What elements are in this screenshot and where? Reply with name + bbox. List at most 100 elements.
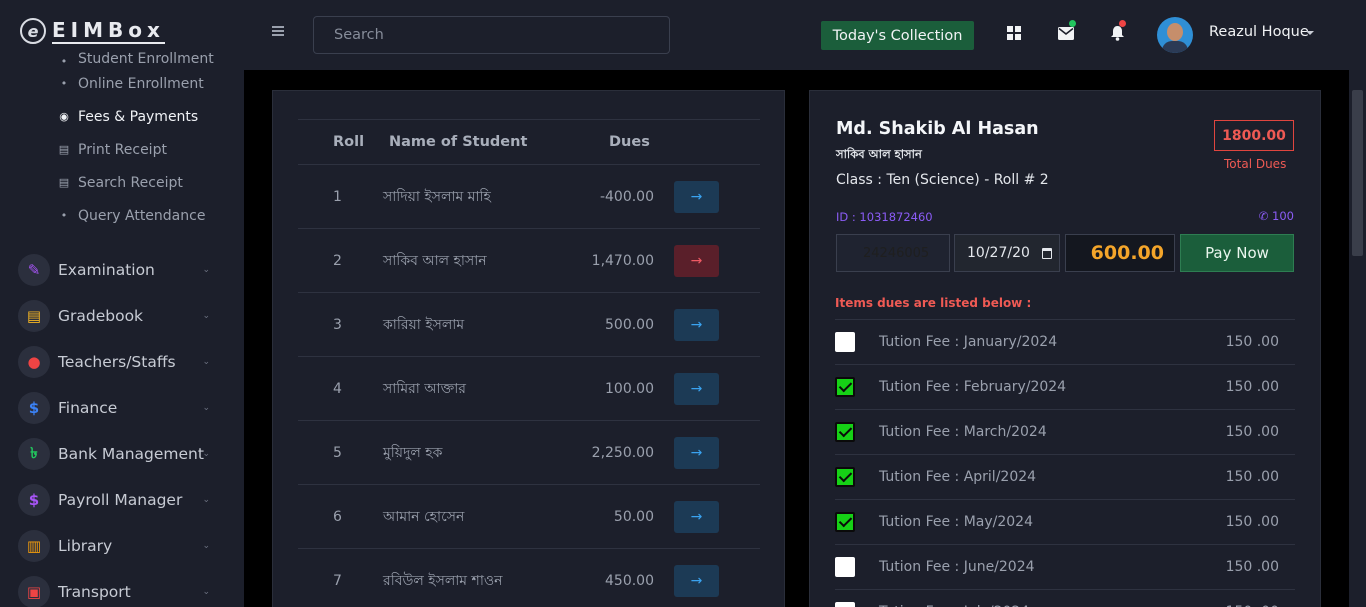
book-icon: ▥ xyxy=(18,530,50,562)
sidebar-item[interactable]: ✎ Examination ⌄ xyxy=(0,247,244,293)
due-item-checkbox[interactable] xyxy=(835,377,855,397)
avatar[interactable] xyxy=(1157,17,1193,53)
arrow-right-icon[interactable]: → xyxy=(674,564,719,597)
pen-icon: ✎ xyxy=(18,254,50,286)
due-item-amount: 150 .00 xyxy=(1225,559,1279,575)
dollar-icon: $ xyxy=(18,392,50,424)
table-row[interactable]: 1 সাদিয়া ইসলাম মাহি -400.00 → xyxy=(298,165,760,229)
due-item[interactable]: Tution Fee : July/2024150 .00 xyxy=(835,590,1295,607)
main-menu: ✎ Examination ⌄ ▤ Gradebook ⌄ ● Teachers/Staffs… xyxy=(0,247,244,607)
arrow-right-icon[interactable]: → xyxy=(674,436,719,469)
sidebar-subitem[interactable]: • Online Enrollment xyxy=(0,67,244,100)
bell-icon[interactable] xyxy=(1108,20,1126,42)
arrow-right-icon[interactable]: → xyxy=(674,308,719,341)
chevron-down-icon[interactable]: ⌄ xyxy=(202,495,210,505)
scrollbar-thumb[interactable] xyxy=(1352,90,1363,256)
student-submenu: • Student Enrollment • Online Enrollment ◉ Fe… xyxy=(0,51,244,232)
receipt-number-field[interactable]: 24246005 xyxy=(836,234,950,272)
todays-collection-button[interactable]: Today's Collection xyxy=(821,21,974,50)
student-name: Md. Shakib Al Hasan xyxy=(836,119,1039,139)
sidebar-subitem[interactable]: ▤ Search Receipt xyxy=(0,166,244,199)
page-scrollbar[interactable] xyxy=(1349,0,1366,607)
table-row[interactable]: 2 সাকিব আল হাসান 1,470.00 → xyxy=(298,229,760,293)
sidebar-subitem[interactable]: ▤ Print Receipt xyxy=(0,133,244,166)
chevron-down-icon[interactable]: ⌄ xyxy=(202,403,210,413)
user-circle-icon: ● xyxy=(18,346,50,378)
sidebar-item-label: Finance xyxy=(58,399,118,417)
cell-name: কারিয়া ইসলাম xyxy=(383,316,465,333)
apps-grid-icon[interactable] xyxy=(1007,26,1021,40)
chevron-down-icon[interactable]: ⌄ xyxy=(202,587,210,597)
sidebar-subitem-label: Query Attendance xyxy=(78,207,206,224)
due-item-checkbox[interactable] xyxy=(835,467,855,487)
sidebar-item-label: Transport xyxy=(58,583,131,601)
mail-icon[interactable] xyxy=(1057,20,1076,42)
due-item-label: Tution Fee : June/2024 xyxy=(879,559,1035,575)
cell-roll: 6 xyxy=(333,508,342,525)
menu-toggle-icon[interactable] xyxy=(272,26,284,36)
search-input[interactable] xyxy=(313,16,670,54)
due-item-checkbox[interactable] xyxy=(835,557,855,577)
payment-date-field[interactable]: 10/27/20 xyxy=(954,234,1060,272)
sidebar-item[interactable]: ৳ Bank Management ⌄ xyxy=(0,431,244,477)
due-item[interactable]: Tution Fee : April/2024 150 .00 xyxy=(835,455,1295,500)
calendar-icon[interactable] xyxy=(1042,248,1052,259)
due-item-checkbox[interactable] xyxy=(835,602,855,607)
chevron-down-icon[interactable]: ⌄ xyxy=(202,449,210,459)
users-icon: • xyxy=(60,209,68,222)
table-row[interactable]: 4 সামিরা আক্তার 100.00 → xyxy=(298,357,760,421)
chevron-down-icon[interactable]: ⌄ xyxy=(202,311,210,321)
taka-icon: ৳ xyxy=(18,438,50,470)
due-item[interactable]: Tution Fee : March/2024 150 .00 xyxy=(835,410,1295,455)
sidebar-item[interactable]: ▣ Transport ⌄ xyxy=(0,569,244,607)
chevron-down-icon[interactable] xyxy=(1306,31,1314,35)
due-item-checkbox[interactable] xyxy=(835,512,855,532)
sidebar-item[interactable]: ▤ Gradebook ⌄ xyxy=(0,293,244,339)
sidebar-item[interactable]: $ Payroll Manager ⌄ xyxy=(0,477,244,523)
student-id: ID : 1031872460 xyxy=(836,210,933,224)
table-row[interactable]: 5 মুয়িদুল হক 2,250.00 → xyxy=(298,421,760,485)
cell-name: আমান হোসেন xyxy=(383,508,465,525)
due-item[interactable]: Tution Fee : June/2024 150 .00 xyxy=(835,545,1295,590)
due-item-label: Tution Fee : February/2024 xyxy=(879,379,1067,395)
table-row[interactable]: 6 আমান হোসেন 50.00 → xyxy=(298,485,760,549)
table-row[interactable]: 7 রবিউল ইসলাম শাওন 450.00 → xyxy=(298,549,760,607)
cell-roll: 3 xyxy=(333,316,342,333)
cell-name: সাকিব আল হাসান xyxy=(383,252,487,269)
due-item[interactable]: Tution Fee : January/2024 150 .00 xyxy=(835,320,1295,365)
pay-now-button[interactable]: Pay Now xyxy=(1180,234,1294,272)
due-item[interactable]: Tution Fee : May/2024 150 .00 xyxy=(835,500,1295,545)
total-dues-amount: 1800.00 xyxy=(1214,120,1294,151)
table-header: Roll Name of Student Dues xyxy=(298,119,760,165)
sidebar-item[interactable]: ● Teachers/Staffs ⌄ xyxy=(0,339,244,385)
coin-icon: $ xyxy=(18,484,50,516)
user-plus-icon: • xyxy=(60,54,68,68)
due-item-checkbox[interactable] xyxy=(835,422,855,442)
chevron-down-icon[interactable]: ⌄ xyxy=(202,265,210,275)
arrow-right-icon[interactable]: → xyxy=(674,372,719,405)
arrow-right-icon[interactable]: → xyxy=(674,180,719,213)
sidebar-subitem[interactable]: • Student Enrollment xyxy=(0,45,244,67)
amount-field[interactable]: 600.00 xyxy=(1065,234,1175,272)
sidebar-item[interactable]: ▥ Library ⌄ xyxy=(0,523,244,569)
chevron-down-icon[interactable]: ⌄ xyxy=(202,541,210,551)
brand-logo[interactable]: e EIMBox xyxy=(20,18,165,44)
printer-icon: ▤ xyxy=(58,143,70,156)
user-name[interactable]: Reazul Hoque xyxy=(1209,24,1309,40)
due-item-label: Tution Fee : May/2024 xyxy=(879,514,1033,530)
arrow-right-icon[interactable]: → xyxy=(674,244,719,277)
table-row[interactable]: 3 কারিয়া ইসলাম 500.00 → xyxy=(298,293,760,357)
sidebar-item-label: Bank Management xyxy=(58,445,204,463)
sidebar-subitem[interactable]: ◉ Fees & Payments xyxy=(0,100,244,133)
sidebar-subitem-label: Fees & Payments xyxy=(78,108,199,125)
sidebar-subitem[interactable]: • Query Attendance xyxy=(0,199,244,232)
chevron-down-icon[interactable]: ⌄ xyxy=(202,357,210,367)
due-item[interactable]: Tution Fee : February/2024 150 .00 xyxy=(835,365,1295,410)
due-item-checkbox[interactable] xyxy=(835,332,855,352)
cell-roll: 1 xyxy=(333,188,342,205)
header-dues: Dues xyxy=(609,134,650,150)
arrow-right-icon[interactable]: → xyxy=(674,500,719,533)
sidebar-item[interactable]: $ Finance ⌄ xyxy=(0,385,244,431)
phone-icon: ✆ xyxy=(1258,209,1269,223)
due-item-label: Tution Fee : March/2024 xyxy=(879,424,1047,440)
